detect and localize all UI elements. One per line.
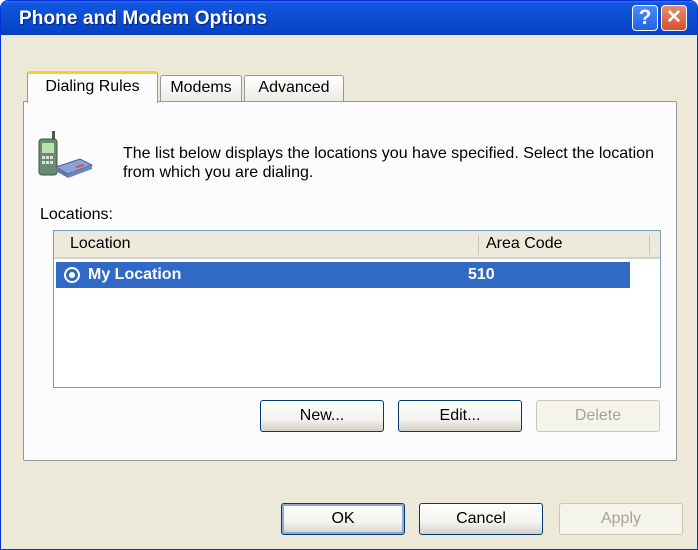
phone-and-modem-options-window: Phone and Modem Options ? ✕ Dialing Rule… xyxy=(0,0,698,550)
cancel-button[interactable]: Cancel xyxy=(419,503,543,535)
tab-dialing-rules[interactable]: Dialing Rules xyxy=(27,71,158,103)
ok-button[interactable]: OK xyxy=(281,503,405,535)
tab-modems[interactable]: Modems xyxy=(160,75,242,101)
locations-list[interactable]: Location Area Code My Location 510 xyxy=(53,230,661,388)
phone-modem-icon xyxy=(38,131,94,178)
edit-button[interactable]: Edit... xyxy=(398,400,522,432)
location-radio-icon xyxy=(64,267,80,283)
help-icon[interactable]: ? xyxy=(632,5,658,31)
list-header: Location Area Code xyxy=(54,231,660,259)
intro-text: The list below displays the locations yo… xyxy=(123,145,654,181)
list-item[interactable]: My Location 510 xyxy=(56,262,630,288)
apply-button[interactable]: Apply xyxy=(559,503,683,535)
column-divider[interactable] xyxy=(478,235,479,255)
area-code: 510 xyxy=(468,266,495,283)
delete-button[interactable]: Delete xyxy=(536,400,660,432)
window-title: Phone and Modem Options xyxy=(19,8,268,29)
locations-label: Locations: xyxy=(40,206,113,223)
tab-advanced[interactable]: Advanced xyxy=(244,75,344,101)
column-header-area-code[interactable]: Area Code xyxy=(486,231,563,257)
close-icon[interactable]: ✕ xyxy=(661,5,687,31)
location-name: My Location xyxy=(88,266,182,283)
dialing-rules-panel: The list below displays the locations yo… xyxy=(23,101,677,461)
column-header-location[interactable]: Location xyxy=(70,231,131,257)
column-divider[interactable] xyxy=(649,235,650,255)
title-bar[interactable]: Phone and Modem Options ? ✕ xyxy=(1,1,697,35)
new-button[interactable]: New... xyxy=(260,400,384,432)
